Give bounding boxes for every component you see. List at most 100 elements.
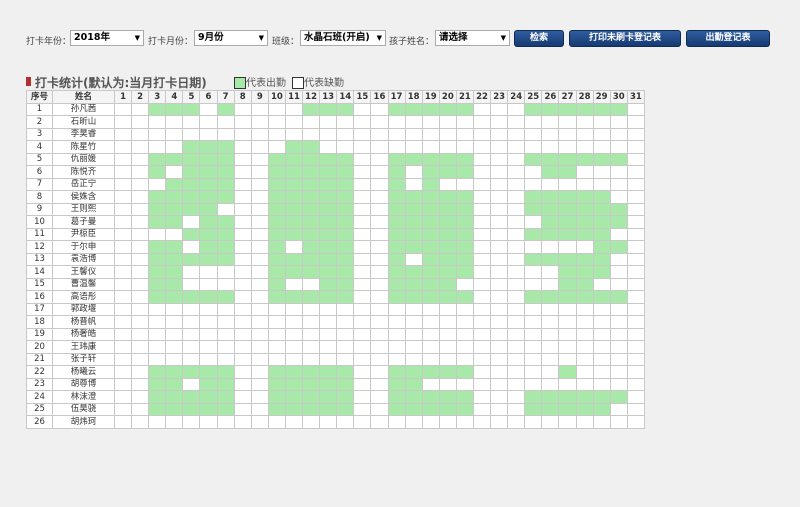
section-title-text: 打卡统计(默认为:当月打卡日期) <box>35 76 207 90</box>
attendance-cell-absent <box>233 315 252 329</box>
attendance-cell-absent <box>541 240 560 254</box>
attendance-cell-absent <box>421 352 440 366</box>
attendance-cell-absent <box>148 302 167 316</box>
col-header-day: 10 <box>267 90 286 104</box>
table-row: 4 陈星竹 <box>26 140 645 154</box>
attendance-cell-absent <box>524 352 543 366</box>
attendance-cell-present <box>216 152 235 166</box>
attendance-cell-absent <box>490 315 509 329</box>
col-header-day: 9 <box>250 90 269 104</box>
attendance-cell-present <box>558 102 577 116</box>
attendance-cell-absent <box>507 315 526 329</box>
attendance-cell-present <box>404 215 423 229</box>
attendance-cell-present <box>336 227 355 241</box>
row-index: 4 <box>26 140 53 154</box>
attendance-cell-present <box>216 290 235 304</box>
attendance-cell-absent <box>319 127 338 141</box>
attendance-cell-absent <box>216 352 235 366</box>
col-header-day: 6 <box>199 90 218 104</box>
table-row: 9 王则熙 <box>26 202 645 216</box>
attendance-cell-present <box>216 227 235 241</box>
col-header-day: 20 <box>438 90 457 104</box>
attendance-cell-absent <box>507 277 526 291</box>
attendance-cell-present <box>438 265 457 279</box>
attendance-cell-absent <box>592 352 611 366</box>
attendance-cell-present <box>319 215 338 229</box>
attendance-cell-absent <box>319 415 338 429</box>
attendance-cell-present <box>404 277 423 291</box>
attendance-cell-absent <box>404 302 423 316</box>
attendance-cell-absent <box>541 327 560 341</box>
attendance-cell-present <box>609 215 628 229</box>
attendance-cell-absent <box>524 302 543 316</box>
attendance-cell-present <box>216 377 235 391</box>
attendance-cell-present <box>455 227 474 241</box>
attendance-cell-absent <box>148 340 167 354</box>
student-name: 陈星竹 <box>52 140 115 154</box>
attendance-cell-absent <box>609 227 628 241</box>
attendance-cell-absent <box>113 215 133 229</box>
attendance-cell-absent <box>404 340 423 354</box>
attendance-cell-present <box>284 177 304 191</box>
row-index: 7 <box>26 177 53 191</box>
class-select[interactable]: 水晶石班(开启) ▼ <box>300 30 386 46</box>
search-button[interactable]: 检索 <box>514 30 564 47</box>
attendance-cell-present <box>421 102 440 116</box>
attendance-cell-absent <box>626 115 645 129</box>
attendance-register-button[interactable]: 出勤登记表 <box>686 30 770 47</box>
attendance-cell-absent <box>387 415 406 429</box>
attendance-cell-present <box>182 152 201 166</box>
attendance-cell-present <box>336 165 355 179</box>
attendance-cell-absent <box>250 140 269 154</box>
attendance-cell-absent <box>592 377 611 391</box>
attendance-cell-absent <box>319 327 338 341</box>
attendance-cell-present <box>284 265 304 279</box>
attendance-cell-present <box>302 390 321 404</box>
attendance-cell-present <box>319 365 338 379</box>
attendance-cell-present <box>541 102 560 116</box>
attendance-cell-absent <box>113 327 133 341</box>
table-row: 14 王馨仪 <box>26 265 645 279</box>
attendance-cell-absent <box>131 265 150 279</box>
attendance-cell-present <box>216 165 235 179</box>
attendance-cell-present <box>319 165 338 179</box>
attendance-cell-absent <box>199 265 218 279</box>
attendance-cell-present <box>267 277 286 291</box>
row-index: 12 <box>26 240 53 254</box>
attendance-cell-absent <box>490 152 509 166</box>
attendance-cell-absent <box>113 240 133 254</box>
attendance-cell-absent <box>609 365 628 379</box>
attendance-cell-absent <box>626 102 645 116</box>
attendance-cell-absent <box>575 115 594 129</box>
attendance-cell-absent <box>507 352 526 366</box>
attendance-cell-present <box>404 202 423 216</box>
attendance-cell-absent <box>404 127 423 141</box>
attendance-cell-absent <box>353 290 372 304</box>
attendance-cell-present <box>524 202 543 216</box>
student-name: 于尔申 <box>52 240 115 254</box>
attendance-cell-present <box>148 265 167 279</box>
attendance-cell-absent <box>609 165 628 179</box>
attendance-cell-absent <box>490 327 509 341</box>
child-select[interactable]: 请选择 ▼ <box>435 30 510 46</box>
attendance-cell-absent <box>592 302 611 316</box>
attendance-cell-present <box>421 152 440 166</box>
year-select[interactable]: 2018年 ▼ <box>70 30 144 46</box>
attendance-cell-present <box>284 377 304 391</box>
attendance-cell-present <box>592 240 611 254</box>
print-unswiped-button[interactable]: 打印未刷卡登记表 <box>569 30 681 47</box>
attendance-cell-present <box>575 190 594 204</box>
attendance-cell-present <box>199 365 218 379</box>
attendance-cell-absent <box>284 277 304 291</box>
year-label: 打卡年份： <box>26 37 72 47</box>
attendance-cell-present <box>387 152 406 166</box>
attendance-cell-present <box>558 227 577 241</box>
month-select[interactable]: 9月份 ▼ <box>194 30 268 46</box>
attendance-cell-present <box>284 140 304 154</box>
attendance-cell-absent <box>165 115 184 129</box>
attendance-cell-present <box>199 215 218 229</box>
attendance-cell-absent <box>609 190 628 204</box>
attendance-cell-absent <box>626 140 645 154</box>
attendance-cell-absent <box>131 415 150 429</box>
attendance-cell-absent <box>370 327 389 341</box>
